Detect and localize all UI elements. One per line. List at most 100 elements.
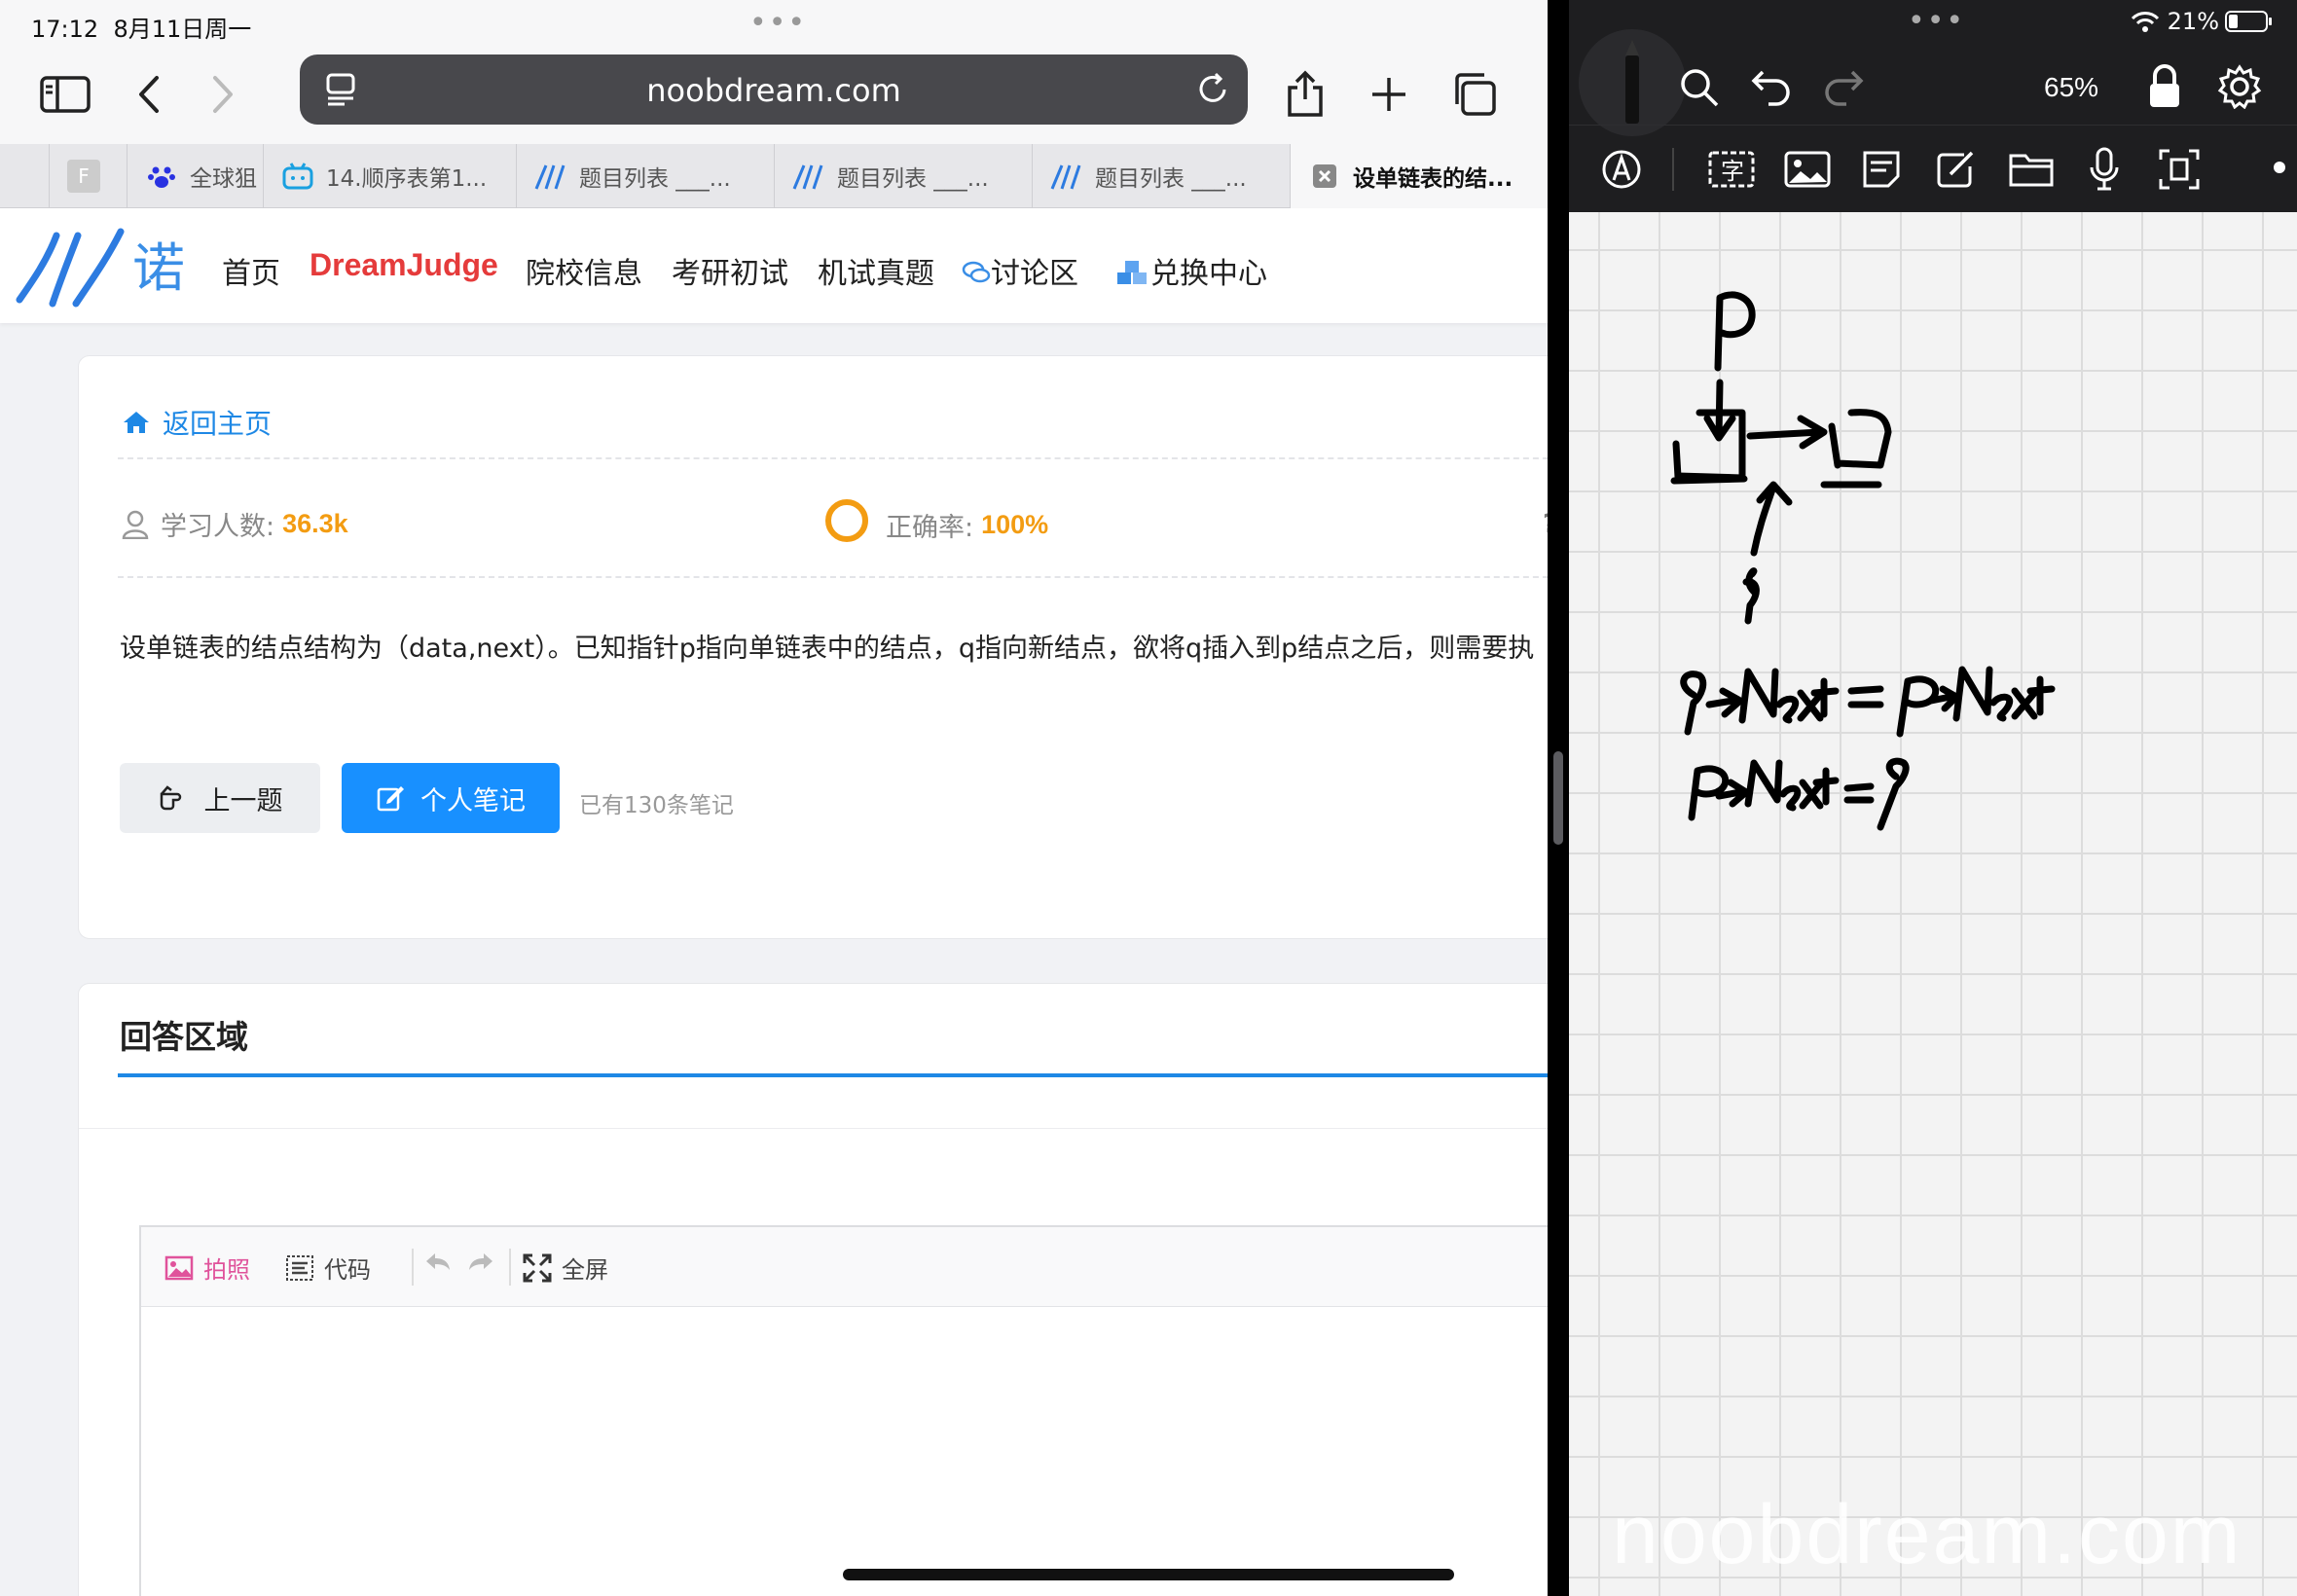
zoom-level[interactable]: 65% [2044,72,2098,103]
watermark-text: noobdream.com [1612,1488,2242,1581]
noobdream-logo-icon: 诺 [16,228,185,308]
personal-notes-button[interactable]: 个人笔记 [342,763,560,833]
question-stats: 学习人数:36.3k 正确率:100% ? 未 [118,497,1548,546]
address-bar[interactable]: noobdream.com [300,54,1248,125]
forward-button[interactable] [189,60,257,128]
fullscreen-button[interactable]: 全屏 [523,1251,608,1285]
more-dot-icon[interactable] [2274,162,2285,173]
home-icon [124,412,149,433]
user-icon [122,510,149,539]
tab-2[interactable]: 全球狙 [127,144,263,208]
search-button[interactable] [1676,64,1723,111]
favicon-f-icon: F [67,160,100,193]
lasso-button[interactable] [1598,146,1645,193]
image-tool-button[interactable] [1781,146,1834,193]
tab-overview-button[interactable] [1440,60,1509,128]
microphone-button[interactable] [2083,144,2126,195]
sticky-note-button[interactable] [1857,146,1906,193]
folder-button[interactable] [2005,146,2058,193]
redo-button[interactable] [1820,64,1867,111]
tab-3[interactable]: 14.顺序表第1... [263,144,516,208]
text-tool-button[interactable]: 字 [1705,146,1758,193]
noobdream-logo-icon [534,160,567,193]
nav-schools[interactable]: 院校信息 [526,249,642,292]
lock-button[interactable] [2141,60,2188,113]
toolbar-separator [509,1249,511,1286]
learners-stat: 学习人数: 36.3k [122,505,348,543]
divider [1569,125,2297,126]
plus-icon [1372,78,1405,111]
cubes-icon [1117,261,1147,284]
tab-1[interactable]: F [49,144,127,208]
image-icon [1784,151,1831,188]
node-1-bottom [1670,475,1748,485]
tab-5[interactable]: 题目列表 ___... [774,144,1032,208]
redo-button[interactable] [466,1251,495,1272]
nav-dreamjudge[interactable]: DreamJudge [310,247,498,283]
undo-button[interactable] [423,1251,453,1272]
photo-button[interactable]: 拍照 [164,1251,250,1285]
chevron-left-icon [139,76,159,113]
text-box-icon: 字 [1708,151,1755,188]
gear-icon [2217,64,2262,109]
share-button[interactable] [1271,60,1339,128]
answer-title-underline [118,1073,1548,1077]
hand-pointer-icon [160,785,181,811]
undo-icon [1751,70,1790,106]
nav-exchange[interactable]: 兑换中心 [1115,249,1267,292]
code-block-icon [285,1254,314,1282]
bilibili-icon [281,160,314,193]
pen-tool-button[interactable] [1579,29,1686,136]
multitask-dots-icon[interactable]: ••• [749,6,807,40]
nav-exam[interactable]: 考研初试 [672,249,788,292]
svg-text:字: 字 [1721,158,1744,185]
chat-bubbles-icon [962,261,991,283]
nav-forum[interactable]: 讨论区 [962,249,1078,292]
reload-icon[interactable] [1195,70,1232,111]
tabs-overview-icon [1455,73,1496,116]
new-tab-button[interactable] [1355,60,1423,128]
split-view-handle[interactable] [1553,751,1563,845]
multitask-dots-icon[interactable]: ••• [1908,4,1965,38]
divider [118,576,1548,578]
home-indicator[interactable] [843,1569,1454,1580]
edit-button[interactable] [1931,146,1980,193]
tab-7-active[interactable]: 设单链表的结... [1290,144,1548,208]
settings-button[interactable] [2215,62,2264,111]
note-count: 已有130条笔记 [579,793,734,818]
search-icon [1681,69,1719,107]
undo-button[interactable] [1748,64,1795,111]
sidebar-toggle-button[interactable] [31,60,99,128]
sidebar-icon [40,76,91,113]
noobdream-logo-icon [792,160,825,193]
arrow-q-up [1750,481,1793,557]
status-bar: 17:12 8月11日周一 ••• [0,0,1548,49]
notes-pane[interactable]: ••• 21% 65% 字 noobdream.com [1569,0,2297,1596]
answer-editor[interactable]: 拍照 代码 全屏 [139,1225,1548,1596]
scan-button[interactable] [2155,146,2204,193]
close-icon[interactable] [1308,160,1341,193]
back-home-link[interactable]: 返回主页 [122,403,272,442]
noobdream-logo-icon [1050,160,1083,193]
svg-text:诺: 诺 [132,237,185,299]
site-logo[interactable]: 诺 [14,222,189,313]
tab-4[interactable]: 题目列表 ___... [516,144,774,208]
handwriting-canvas[interactable] [1569,212,2297,1596]
edit-icon [377,786,404,812]
answer-card: 回答区域 拍照 代码 全屏 [78,983,1548,1596]
nav-home[interactable]: 首页 [222,249,280,292]
equation-line-1 [1680,666,2056,738]
split-view-divider[interactable] [1548,0,1569,1596]
nav-machine-test[interactable]: 机试真题 [818,249,934,292]
share-icon [1288,70,1323,117]
prev-question-button[interactable]: 上一题 [120,763,320,833]
expand-icon [523,1253,552,1283]
notes-status: 21% [2131,8,2274,35]
baidu-paw-icon [145,160,178,193]
ring-icon [825,499,868,542]
browser-toolbar: noobdream.com [0,49,1548,144]
code-button[interactable]: 代码 [285,1251,371,1285]
divider [79,1128,1548,1129]
back-button[interactable] [115,60,183,128]
tab-6[interactable]: 题目列表 ___... [1032,144,1290,208]
